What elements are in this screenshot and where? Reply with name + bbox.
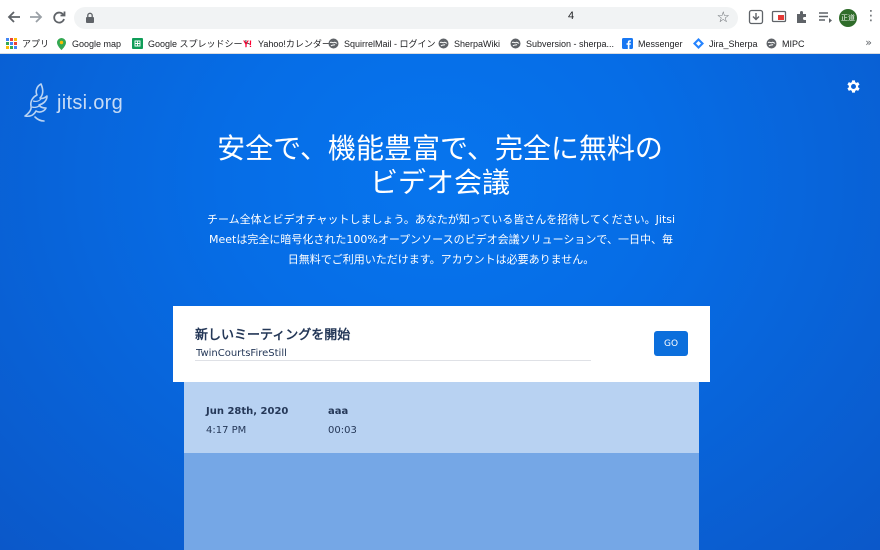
bookmarks-overflow-icon[interactable]: » <box>865 36 872 49</box>
meeting-room-name: aaa <box>328 406 349 417</box>
cast-extension-icon[interactable] <box>771 9 787 25</box>
bookmark-label: Yahoo!カレンダー <box>258 39 331 49</box>
globe-icon <box>328 38 339 49</box>
meeting-date: Jun 28th, 2020 <box>206 406 289 417</box>
recent-meetings-list: Jun 28th, 2020 4:17 PM aaa 00:03 <box>184 382 699 550</box>
browser-menu-icon[interactable]: ⋮ <box>864 9 878 23</box>
address-bar[interactable]: 4 ☆ <box>74 7 738 29</box>
bookmark-jira-sherpa[interactable]: Jira_Sherpa <box>693 36 758 51</box>
bookmark-label: Google スプレッドシート <box>148 39 252 49</box>
lock-icon <box>86 12 94 23</box>
bookmark-sherpawiki[interactable]: SherpaWiki <box>438 36 500 51</box>
bookmark-google-sheets[interactable]: Google スプレッドシート <box>132 36 252 51</box>
bookmark-subversion[interactable]: Subversion - sherpa... <box>510 36 614 51</box>
bookmark-google-map[interactable]: Google map <box>56 36 121 51</box>
globe-icon <box>438 38 449 49</box>
start-meeting-card: 新しいミーティングを開始 GO <box>173 306 710 382</box>
room-name-input[interactable] <box>195 346 591 361</box>
hero-headline-line2: ビデオ会議 <box>369 166 510 199</box>
download-extension-icon[interactable] <box>748 9 764 25</box>
bookmark-label: Jira_Sherpa <box>709 38 758 49</box>
extensions-puzzle-icon[interactable] <box>794 9 810 25</box>
logo-text: jitsi.org <box>57 91 124 114</box>
forward-icon[interactable] <box>26 7 46 27</box>
reload-icon[interactable] <box>49 7 69 27</box>
profile-avatar[interactable]: 正道 <box>839 9 857 27</box>
jitsi-logo[interactable]: jitsi.org <box>23 81 123 125</box>
bookmark-messenger[interactable]: Messenger <box>622 36 683 51</box>
bookmarks-bar: アプリ Google map Google スプレッドシート Y! Yahoo!… <box>0 34 880 54</box>
facebook-icon <box>622 38 633 49</box>
yahoo-icon: Y! <box>243 38 252 49</box>
recent-meeting-item[interactable]: Jun 28th, 2020 4:17 PM aaa 00:03 <box>184 382 699 453</box>
meeting-duration: 00:03 <box>328 425 357 436</box>
jitsi-logo-icon <box>24 83 48 122</box>
browser-toolbar: 4 ☆ 正道 ⋮ <box>0 0 880 34</box>
go-button[interactable]: GO <box>654 331 688 356</box>
bookmark-mipc[interactable]: MIPC <box>766 36 805 51</box>
bookmark-star-icon[interactable]: ☆ <box>717 8 730 26</box>
hero-headline: 安全で、機能豊富で、完全に無料の ビデオ会議 <box>150 132 730 200</box>
settings-gear-icon[interactable] <box>845 78 862 95</box>
back-icon[interactable] <box>4 7 24 27</box>
meeting-time: 4:17 PM <box>206 425 247 436</box>
globe-icon <box>510 38 521 49</box>
bookmark-label: アプリ <box>22 39 50 49</box>
google-maps-icon <box>56 37 67 50</box>
bookmark-label: SherpaWiki <box>454 38 501 49</box>
hero-description: チーム全体とビデオチャットしましょう。あなたが知っている皆さんを招待してください… <box>206 213 676 266</box>
bookmark-label: Subversion - sherpa... <box>526 38 615 49</box>
jira-icon <box>693 38 704 49</box>
bookmark-label: Google map <box>72 38 122 49</box>
apps-grid-icon <box>6 38 17 49</box>
bookmark-apps[interactable]: アプリ <box>6 36 49 51</box>
jitsi-welcome-page: jitsi.org 安全で、機能豊富で、完全に無料の ビデオ会議 チーム全体とビ… <box>0 54 880 550</box>
url-suffix: 4 <box>568 10 575 22</box>
bookmark-label: SquirrelMail - ログイン <box>344 39 436 49</box>
bookmark-squirrelmail[interactable]: SquirrelMail - ログイン <box>328 36 436 51</box>
google-sheets-icon <box>132 38 143 49</box>
bookmark-label: MIPC <box>782 38 805 49</box>
hero-headline-line1: 安全で、機能豊富で、完全に無料の <box>217 132 663 165</box>
globe-icon <box>766 38 777 49</box>
bookmark-yahoo-calendar[interactable]: Y! Yahoo!カレンダー <box>242 36 331 51</box>
media-queue-icon[interactable] <box>817 9 833 25</box>
start-meeting-title: 新しいミーティングを開始 <box>195 328 351 343</box>
bookmark-label: Messenger <box>638 38 683 49</box>
